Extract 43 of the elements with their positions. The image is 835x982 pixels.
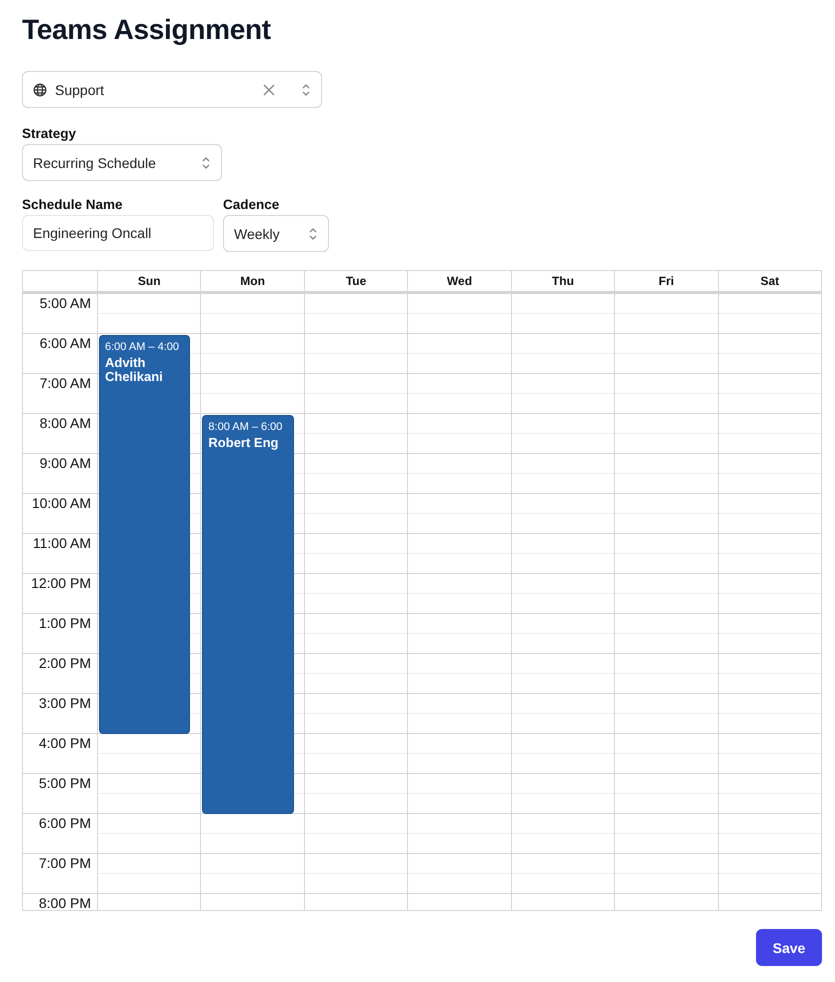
globe-icon [33, 82, 47, 96]
field-label: Strategy [22, 126, 78, 141]
day-header: Thu [552, 274, 574, 288]
event-name: Advith Chelikani [105, 356, 164, 384]
time-label: 6:00 PM [38, 815, 91, 831]
field-label: Schedule Name [22, 197, 124, 212]
chevron-up-down-icon [308, 226, 318, 240]
event-name: Robert Eng [208, 436, 280, 450]
time-label: 5:00 AM [40, 295, 91, 311]
strategy-select[interactable]: Recurring Schedule [22, 144, 222, 181]
time-label: 4:00 PM [38, 735, 91, 751]
shift-event[interactable]: 8:00 AM – 6:00 Robert Eng [202, 415, 294, 814]
time-label: 12:00 PM [31, 575, 91, 591]
time-label: 3:00 PM [38, 695, 91, 711]
day-header: Sat [760, 274, 780, 288]
time-label: 2:00 PM [38, 655, 91, 671]
day-header: Sun [138, 274, 161, 288]
time-label: 7:00 AM [40, 375, 91, 391]
team-select[interactable]: Support [22, 71, 322, 108]
schedule-name-field[interactable]: Engineering Oncall [22, 215, 214, 251]
shift-event[interactable]: 6:00 AM – 4:00 Advith Chelikani [99, 335, 190, 734]
save-button[interactable]: Save [756, 929, 822, 966]
event-time: 6:00 AM – 4:00 [105, 341, 180, 353]
time-label: 8:00 PM [38, 895, 91, 910]
time-label: 10:00 AM [32, 495, 91, 511]
day-header: Tue [346, 274, 366, 288]
time-label: 11:00 AM [32, 535, 91, 551]
time-label: 9:00 AM [40, 455, 91, 471]
chevron-up-down-icon [301, 82, 311, 96]
day-header: Mon [240, 274, 265, 288]
page-title: Teams Assignment [22, 14, 272, 46]
chevron-up-down-icon [201, 156, 211, 170]
event-time: 8:00 AM – 6:00 [208, 421, 284, 433]
close-icon[interactable] [263, 84, 275, 96]
time-label: 7:00 PM [38, 855, 91, 871]
cadence-select[interactable]: Weekly [223, 215, 329, 252]
time-label: 1:00 PM [38, 615, 91, 631]
time-label: 5:00 PM [38, 775, 91, 791]
day-header: Fri [658, 274, 674, 288]
day-header: Wed [446, 274, 472, 288]
time-label: 6:00 AM [40, 335, 91, 351]
field-label: Cadence [223, 197, 280, 212]
time-label: 8:00 AM [40, 415, 91, 431]
